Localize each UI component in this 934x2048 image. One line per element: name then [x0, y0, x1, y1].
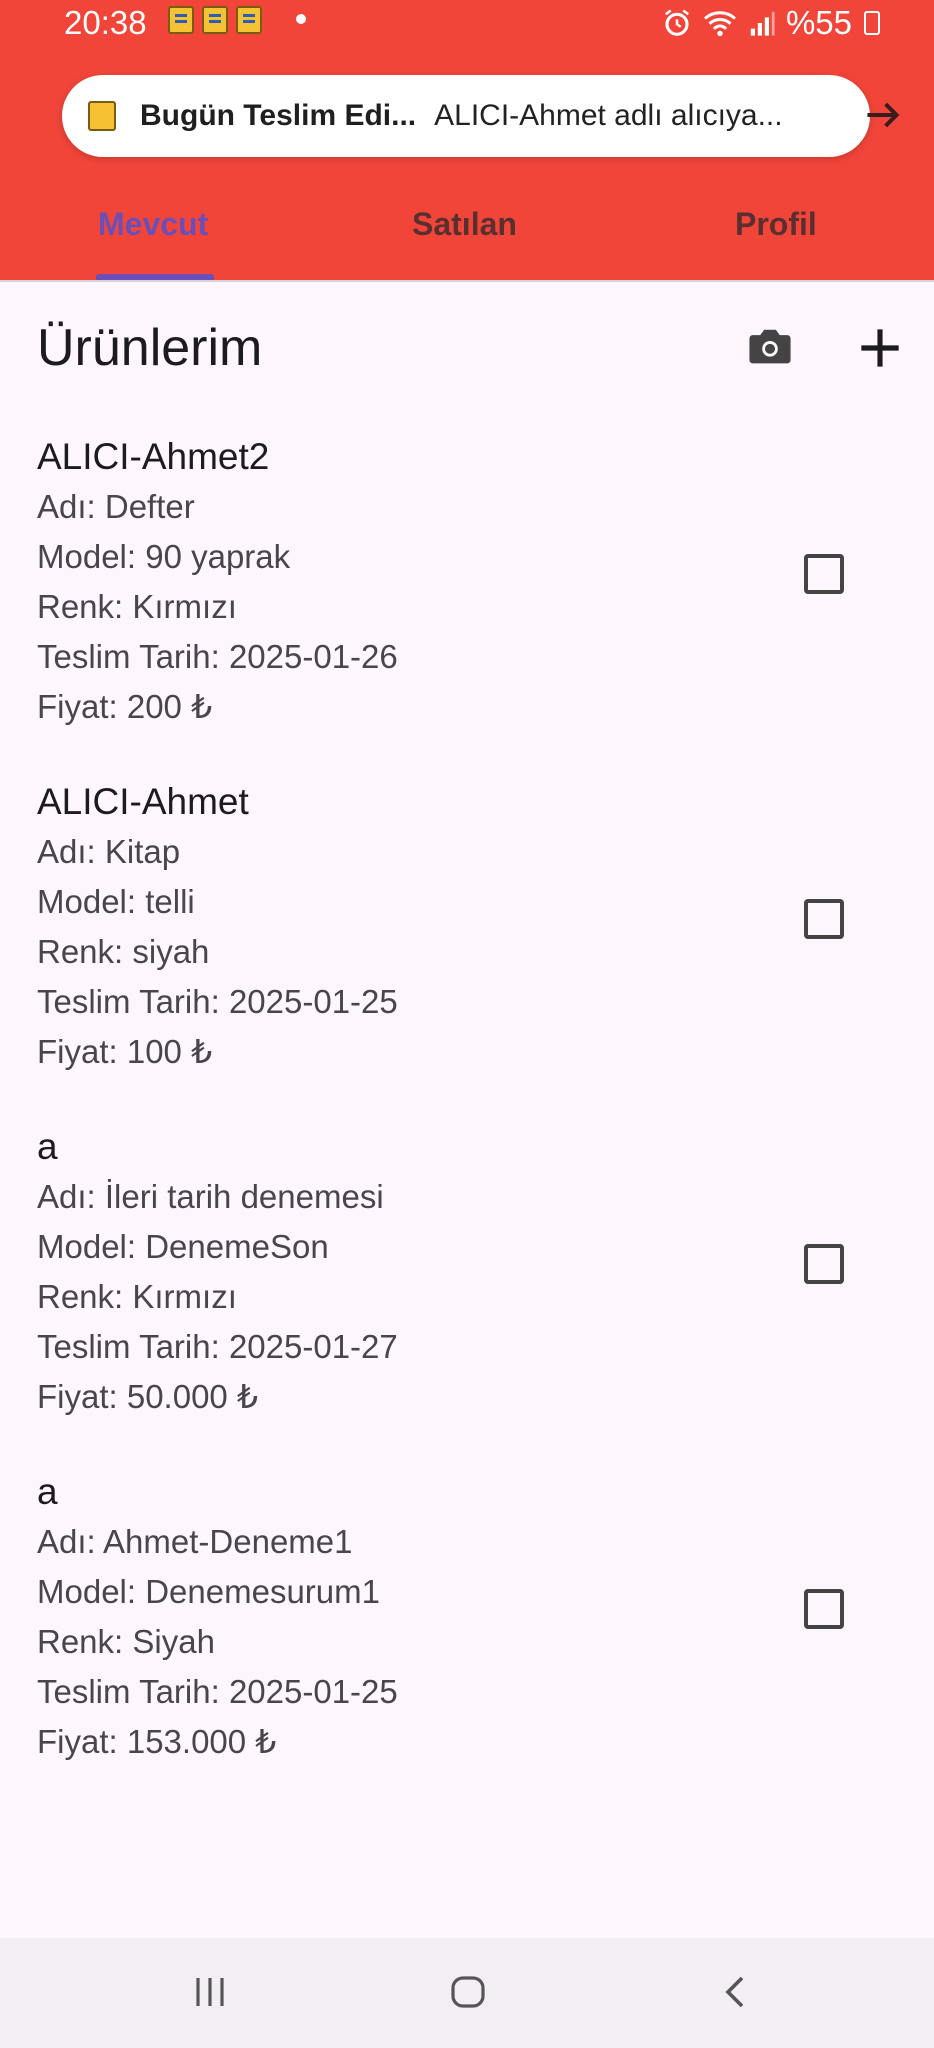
wifi-icon: [703, 11, 736, 37]
notification-text: ALICI-Ahmet adlı alıcıya...: [434, 99, 783, 132]
product-name: Adı: Kitap: [37, 833, 181, 870]
signal-icon: [750, 11, 775, 36]
product-price: Fiyat: 50.000 ₺: [37, 1378, 258, 1415]
product-model: Model: 90 yaprak: [37, 538, 291, 575]
tab-satilan[interactable]: Satılan: [412, 206, 517, 243]
add-icon[interactable]: [852, 320, 908, 376]
heads-up-notification[interactable]: Bugün Teslim Edi... ALICI-Ahmet adlı alı…: [62, 75, 870, 157]
battery-icon: [864, 11, 880, 35]
product-buyer: a: [37, 1471, 58, 1512]
notification-title: Bugün Teslim Edi...: [140, 99, 417, 132]
notification-note-icon: [236, 6, 262, 34]
system-navigation-bar: [0, 1938, 934, 2048]
product-checkbox[interactable]: [804, 1589, 844, 1629]
product-name: Adı: Ahmet-Deneme1: [37, 1523, 353, 1560]
product-name: Adı: Defter: [37, 488, 195, 525]
more-notifications-dot-icon: [296, 14, 306, 24]
product-model: Model: telli: [37, 883, 195, 920]
tab-divider: [0, 280, 934, 282]
product-price: Fiyat: 200 ₺: [37, 688, 213, 725]
back-icon[interactable]: [716, 1972, 756, 2012]
product-name: Adı: İleri tarih denemesi: [37, 1178, 384, 1215]
product-date: Teslim Tarih: 2025-01-25: [37, 983, 398, 1020]
tab-mevcut[interactable]: Mevcut: [98, 206, 208, 243]
product-checkbox[interactable]: [804, 554, 844, 594]
product-color: Renk: siyah: [37, 933, 210, 970]
product-item[interactable]: a Adı: İleri tarih denemesi Model: Denem…: [37, 1122, 897, 1422]
product-date: Teslim Tarih: 2025-01-26: [37, 638, 398, 675]
notification-note-icon: [202, 6, 228, 34]
product-buyer: a: [37, 1126, 58, 1167]
product-checkbox[interactable]: [804, 1244, 844, 1284]
tab-bar: Mevcut Satılan Profil: [0, 190, 934, 282]
battery-percent: %55: [785, 4, 852, 41]
alarm-icon: [664, 9, 689, 36]
tab-profil[interactable]: Profil: [735, 206, 817, 243]
product-model: Model: DenemeSon: [37, 1228, 329, 1265]
product-item[interactable]: a Adı: Ahmet-Deneme1 Model: Denemesurum1…: [37, 1467, 897, 1767]
app-header: 20:38 %55 Bugün Teslim Edi... ALICI-Ahme…: [0, 0, 934, 282]
home-icon[interactable]: [448, 1972, 488, 2012]
product-color: Renk: Kırmızı: [37, 588, 237, 625]
status-right-icons: %55: [662, 4, 880, 42]
product-buyer: ALICI-Ahmet2: [37, 436, 270, 477]
status-notification-icons: [168, 6, 262, 34]
product-price: Fiyat: 100 ₺: [37, 1033, 213, 1070]
product-model: Model: Denemesurum1: [37, 1573, 380, 1610]
logout-icon[interactable]: [860, 95, 904, 135]
status-time: 20:38: [64, 4, 147, 41]
product-item[interactable]: ALICI-Ahmet2 Adı: Defter Model: 90 yapra…: [37, 432, 897, 732]
recent-apps-icon[interactable]: [190, 1972, 230, 2012]
status-bar: 20:38 %55: [0, 0, 934, 46]
product-color: Renk: Siyah: [37, 1623, 215, 1660]
product-color: Renk: Kırmızı: [37, 1278, 237, 1315]
camera-icon[interactable]: [744, 320, 796, 372]
notification-app-icon: [88, 101, 116, 131]
notification-note-icon: [168, 6, 194, 34]
product-date: Teslim Tarih: 2025-01-25: [37, 1673, 398, 1710]
product-price: Fiyat: 153.000 ₺: [37, 1723, 277, 1760]
product-date: Teslim Tarih: 2025-01-27: [37, 1328, 398, 1365]
page-title: Ürünlerim: [37, 319, 263, 377]
product-buyer: ALICI-Ahmet: [37, 781, 249, 822]
product-checkbox[interactable]: [804, 899, 844, 939]
product-item[interactable]: ALICI-Ahmet Adı: Kitap Model: telli Renk…: [37, 777, 897, 1077]
